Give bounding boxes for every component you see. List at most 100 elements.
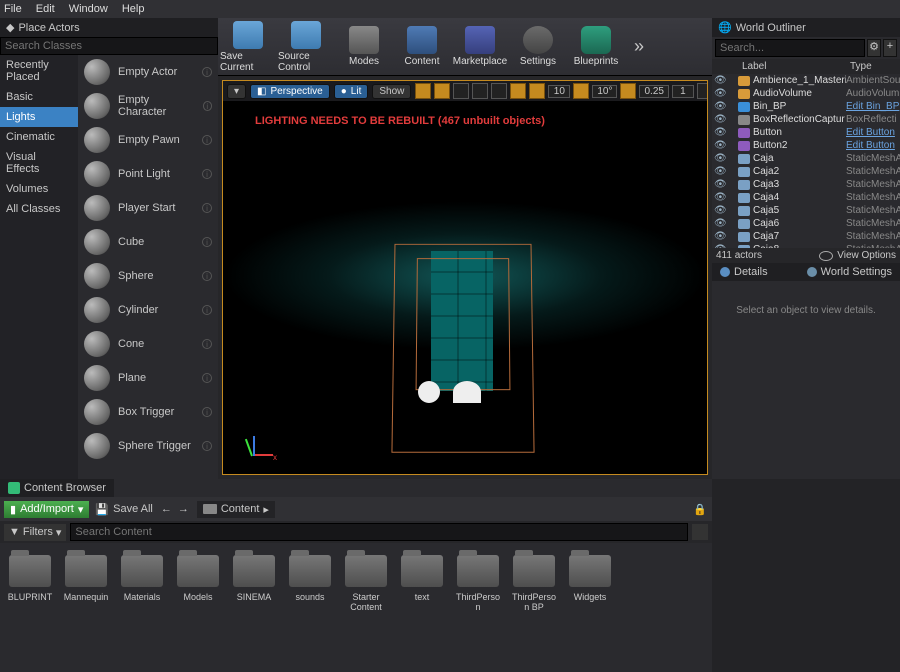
visibility-eye-icon[interactable]: 👁 <box>714 192 726 203</box>
market-toolbar-button[interactable]: Marketplace <box>452 21 508 73</box>
bp-toolbar-button[interactable]: Blueprints <box>568 21 624 73</box>
place-actors-item[interactable]: Spherei <box>78 259 218 293</box>
settings-toolbar-button[interactable]: Settings <box>510 21 566 73</box>
outliner-row[interactable]: 👁Caja6StaticMeshA <box>712 217 900 230</box>
toolbar-overflow-button[interactable]: » <box>626 21 652 73</box>
world-outliner-add-button[interactable]: + <box>883 39 897 57</box>
content-browser-lock-button[interactable]: 🔒 <box>692 501 708 517</box>
visibility-eye-icon[interactable]: 👁 <box>714 101 726 112</box>
viewport-angle-snap-value[interactable]: 10° <box>592 85 617 98</box>
content-folder[interactable]: Materials <box>118 555 166 603</box>
info-icon[interactable]: i <box>202 339 212 349</box>
outliner-row[interactable]: 👁Ambience_1_MasteriAmbientSou <box>712 74 900 87</box>
visibility-eye-icon[interactable]: 👁 <box>714 231 726 242</box>
outliner-row-type[interactable]: Edit Bin_BP <box>846 101 900 112</box>
menu-window[interactable]: Window <box>69 3 108 15</box>
viewport-scale-snap-toggle[interactable] <box>620 83 636 99</box>
menu-help[interactable]: Help <box>122 3 145 15</box>
info-icon[interactable]: i <box>202 67 212 77</box>
place-actors-item[interactable]: Empty Actori <box>78 55 218 89</box>
visibility-eye-icon[interactable]: 👁 <box>714 127 726 138</box>
outliner-row-type[interactable]: Edit Button <box>846 127 900 138</box>
visibility-eye-icon[interactable]: 👁 <box>714 88 726 99</box>
place-actors-category[interactable]: Visual Effects <box>0 147 78 179</box>
info-icon[interactable]: i <box>203 101 212 111</box>
outliner-row[interactable]: 👁ButtonEdit Button <box>712 126 900 139</box>
place-actors-search-input[interactable] <box>0 37 218 55</box>
viewport-maximize-button[interactable] <box>697 83 708 99</box>
viewport-select-mode[interactable] <box>415 83 431 99</box>
world-outliner-search-input[interactable] <box>715 39 865 57</box>
outliner-col-label[interactable]: Label <box>738 59 846 74</box>
modes-toolbar-button[interactable]: Modes <box>336 21 392 73</box>
place-actors-item[interactable]: Cylinderi <box>78 293 218 327</box>
outliner-row[interactable]: 👁Caja7StaticMeshA <box>712 230 900 243</box>
place-actors-item[interactable]: Box Triggeri <box>78 395 218 429</box>
save-toolbar-button[interactable]: Save Current <box>220 21 276 73</box>
viewport-grid-snap-toggle[interactable] <box>529 83 545 99</box>
viewport-camera-speed[interactable]: 1 <box>672 85 694 98</box>
place-actors-category[interactable]: Cinematic <box>0 127 78 147</box>
content-browser-tab[interactable]: Content Browser <box>0 479 114 497</box>
info-icon[interactable]: i <box>202 305 212 315</box>
add-import-button[interactable]: ▮ Add/Import ▾ <box>4 501 89 518</box>
viewport-show-button[interactable]: Show <box>372 84 411 99</box>
outliner-row[interactable]: 👁CajaStaticMeshA <box>712 152 900 165</box>
place-actors-item[interactable]: Cubei <box>78 225 218 259</box>
details-tab[interactable]: Details <box>712 263 776 281</box>
menu-file[interactable]: File <box>4 3 22 15</box>
viewport[interactable]: x ▾ ◧ Perspective ● Lit Show <box>222 80 708 475</box>
viewport-perspective-button[interactable]: ◧ Perspective <box>250 84 330 99</box>
outliner-col-type[interactable]: Type <box>846 59 900 74</box>
viewport-menu-button[interactable]: ▾ <box>227 84 246 99</box>
content-folder[interactable]: sounds <box>286 555 334 603</box>
viewport-rotate-mode[interactable] <box>453 83 469 99</box>
viewport-scale-snap-value[interactable]: 0.25 <box>639 85 668 98</box>
viewport-surface-snap[interactable] <box>510 83 526 99</box>
viewport-scale-mode[interactable] <box>472 83 488 99</box>
visibility-eye-icon[interactable]: 👁 <box>714 153 726 164</box>
viewport-angle-snap-toggle[interactable] <box>573 83 589 99</box>
place-actors-item[interactable]: Conei <box>78 327 218 361</box>
content-folder[interactable]: Models <box>174 555 222 603</box>
history-fwd-button[interactable]: → <box>176 503 191 515</box>
content-folder[interactable]: ThirdPerson BP <box>510 555 558 613</box>
place-actors-category[interactable]: Recently Placed <box>0 55 78 87</box>
visibility-eye-icon[interactable]: 👁 <box>714 75 726 86</box>
outliner-row[interactable]: 👁AudioVolumeAudioVolum <box>712 87 900 100</box>
place-actors-item[interactable]: Empty Pawni <box>78 123 218 157</box>
place-actors-item[interactable]: Point Lighti <box>78 157 218 191</box>
place-actors-item[interactable]: Planei <box>78 361 218 395</box>
info-icon[interactable]: i <box>202 169 212 179</box>
viewport-grid-snap-value[interactable]: 10 <box>548 85 570 98</box>
outliner-row[interactable]: 👁Caja5StaticMeshA <box>712 204 900 217</box>
info-icon[interactable]: i <box>202 441 212 451</box>
info-icon[interactable]: i <box>202 407 212 417</box>
viewport-translate-mode[interactable] <box>434 83 450 99</box>
visibility-eye-icon[interactable]: 👁 <box>714 140 726 151</box>
outliner-row[interactable]: 👁BoxReflectionCapturBoxReflecti <box>712 113 900 126</box>
content-folder[interactable]: Mannequin <box>62 555 110 603</box>
visibility-eye-icon[interactable]: 👁 <box>714 205 726 216</box>
content-folder[interactable]: text <box>398 555 446 603</box>
content-folder[interactable]: Starter Content <box>342 555 390 613</box>
place-actors-category[interactable]: Basic <box>0 87 78 107</box>
save-all-button[interactable]: 💾 Save All <box>95 503 152 516</box>
viewport-lit-button[interactable]: ● Lit <box>334 84 369 99</box>
info-icon[interactable]: i <box>202 271 212 281</box>
info-icon[interactable]: i <box>202 135 212 145</box>
visibility-eye-icon[interactable]: 👁 <box>714 179 726 190</box>
content-search-input[interactable] <box>70 523 688 541</box>
outliner-view-options-button[interactable]: View Options <box>819 250 896 261</box>
info-icon[interactable]: i <box>202 237 212 247</box>
outliner-row[interactable]: 👁Caja4StaticMeshA <box>712 191 900 204</box>
visibility-eye-icon[interactable]: 👁 <box>714 166 726 177</box>
place-actors-item[interactable]: Empty Characteri <box>78 89 218 123</box>
world-settings-tab[interactable]: World Settings <box>799 263 900 281</box>
outliner-row[interactable]: 👁Button2Edit Button <box>712 139 900 152</box>
scm-toolbar-button[interactable]: Source Control <box>278 21 334 73</box>
place-actors-category[interactable]: Lights <box>0 107 78 127</box>
outliner-row-type[interactable]: Edit Button <box>846 140 900 151</box>
content-folder[interactable]: Widgets <box>566 555 614 603</box>
world-outliner-options-button[interactable]: ⚙ <box>867 39 881 57</box>
